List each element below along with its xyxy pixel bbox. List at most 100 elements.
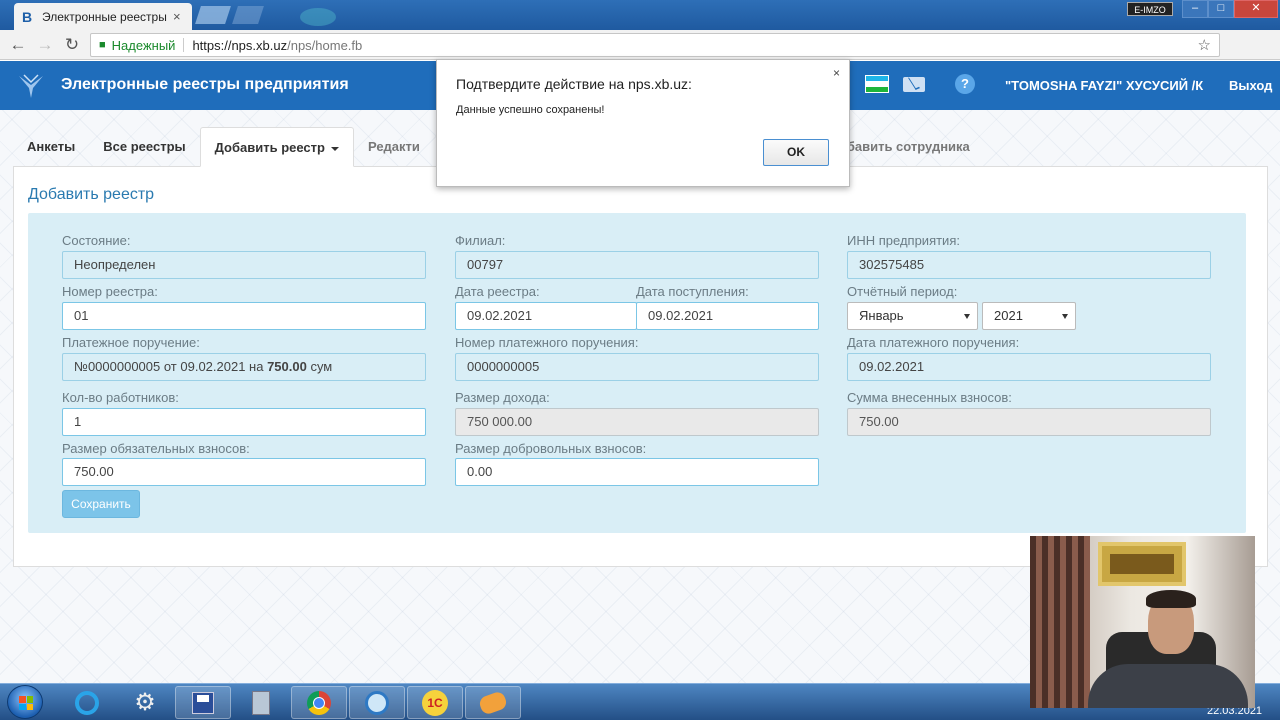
tab-edit[interactable]: Редакти — [354, 127, 434, 167]
payment-order-prefix: №0000000005 от 09.02.2021 на — [74, 359, 268, 374]
tab-all-registers[interactable]: Все реестры — [89, 127, 199, 167]
browser-new-tab[interactable] — [232, 6, 264, 24]
reg-number-label: Номер реестра: — [62, 284, 158, 299]
reload-icon[interactable]: ↻ — [62, 35, 82, 55]
url-host: https://nps.xb.uz — [192, 37, 288, 53]
register-form: Состояние: Неопределен Филиал: 00797 ИНН… — [28, 213, 1246, 533]
onec-icon: 1С — [422, 689, 448, 716]
taskbar-save-app[interactable] — [175, 686, 231, 719]
dialog-close-icon[interactable]: × — [833, 66, 840, 80]
bookmark-star-icon[interactable]: ☆ — [1198, 36, 1211, 54]
receipt-date-label: Дата поступления: — [636, 284, 749, 299]
background-blur — [300, 8, 336, 26]
workers-input[interactable]: 1 — [62, 408, 426, 436]
receipt-date-input[interactable]: 09.02.2021 — [636, 302, 819, 330]
browser-tab-title: Электронные реестры п — [42, 9, 167, 24]
tab-add-employee[interactable]: обавить сотрудника — [839, 127, 984, 167]
main-panel: Добавить реестр Состояние: Неопределен Ф… — [13, 167, 1268, 567]
taskbar-1c[interactable]: 1С — [407, 686, 463, 719]
tab-add-register[interactable]: Добавить реестр — [199, 127, 354, 167]
url-input[interactable]: ■ Надежный https://nps.xb.uz /nps/home.f… — [90, 33, 1220, 57]
windows-logo-icon — [19, 696, 33, 710]
voluntary-label: Размер добровольных взносов: — [455, 441, 647, 456]
payment-order-label: Платежное поручение: — [62, 335, 200, 350]
company-name[interactable]: "TOMOSHA FAYZI" ХУСУСИЙ /К — [1005, 78, 1203, 93]
help-icon[interactable]: ? — [955, 74, 975, 94]
floppy-icon — [192, 691, 214, 714]
internet-explorer-icon — [75, 690, 99, 715]
eimzo-badge[interactable]: E-IMZO — [1127, 2, 1173, 16]
reg-date-label: Дата реестра: — [455, 284, 540, 299]
minimize-button[interactable]: – — [1182, 0, 1208, 18]
confirm-dialog: Подтвердите действие на nps.xb.uz: × Дан… — [436, 59, 850, 187]
voluntary-input[interactable]: 0.00 — [455, 458, 819, 486]
payment-number-label: Номер платежного поручения: — [455, 335, 639, 350]
state-field: Неопределен — [62, 251, 426, 279]
lock-icon: ■ — [99, 39, 106, 51]
taskbar-ie[interactable] — [59, 686, 115, 719]
site-favicon-icon: B — [22, 8, 33, 25]
logout-link[interactable]: Выход — [1229, 78, 1272, 93]
select-arrow-icon — [964, 314, 970, 319]
period-label: Отчётный период: — [847, 284, 958, 299]
window-close-button[interactable]: ✕ — [1234, 0, 1278, 18]
branch-field: 00797 — [455, 251, 819, 279]
paid-sum-field: 750.00 — [847, 408, 1211, 436]
uzbekistan-flag-icon[interactable] — [865, 75, 889, 93]
gear-icon: ⚙ — [134, 689, 156, 716]
secure-label: Надежный — [111, 37, 176, 53]
webcam-person-hair — [1146, 590, 1196, 608]
start-button[interactable] — [7, 685, 43, 719]
taskbar-chrome[interactable] — [291, 686, 347, 719]
dialog-message: Данные успешно сохранены! — [456, 104, 605, 116]
period-month-select[interactable]: Январь — [847, 302, 978, 330]
tab-add-register-label: Добавить реестр — [214, 140, 325, 155]
payment-number-field: 0000000005 — [455, 353, 819, 381]
workers-label: Кол-во работников: — [62, 390, 179, 405]
mandatory-label: Размер обязательных взносов: — [62, 441, 250, 456]
tab-close-icon[interactable]: × — [173, 9, 181, 24]
webcam-wall-stripes — [1030, 536, 1090, 708]
dialog-ok-button[interactable]: OK — [763, 139, 829, 166]
reg-date-input[interactable]: 09.02.2021 — [455, 302, 637, 330]
omnibox-separator — [183, 38, 185, 52]
webcam-overlay — [1030, 536, 1255, 708]
period-year-value: 2021 — [994, 308, 1023, 323]
webcam-wall-frame — [1098, 542, 1186, 586]
taskbar-app[interactable] — [465, 686, 521, 719]
tab-ankety[interactable]: Анкеты — [13, 127, 89, 167]
app-title: Электронные реестры предприятия — [61, 76, 349, 93]
chrome-icon — [307, 690, 331, 715]
inn-label: ИНН предприятия: — [847, 233, 960, 248]
income-field: 750 000.00 — [455, 408, 819, 436]
chevron-down-icon — [330, 146, 339, 151]
period-year-select[interactable]: 2021 — [982, 302, 1076, 330]
payment-order-suffix: сум — [306, 359, 333, 374]
taskbar-settings[interactable]: ⚙ — [117, 686, 173, 719]
app-icon — [477, 689, 509, 716]
window-controls: – □ ✕ — [1182, 0, 1278, 18]
app-logo-icon — [19, 74, 43, 98]
inn-field: 302575485 — [847, 251, 1211, 279]
paid-sum-label: Сумма внесенных взносов: — [847, 390, 1012, 405]
reg-number-input[interactable]: 01 — [62, 302, 426, 330]
dialog-title: Подтвердите действие на nps.xb.uz: — [456, 76, 692, 92]
maximize-button[interactable]: □ — [1208, 0, 1234, 18]
address-bar: ← → ↻ ■ Надежный https://nps.xb.uz /nps/… — [0, 30, 1280, 84]
payment-order-amount: 750.00 — [267, 359, 307, 374]
taskbar-search-app[interactable] — [349, 686, 405, 719]
taskbar-calculator[interactable] — [233, 686, 289, 719]
income-label: Размер дохода: — [455, 390, 550, 405]
forward-arrow-icon[interactable]: → — [35, 35, 55, 55]
page-title: Добавить реестр — [28, 186, 155, 203]
state-label: Состояние: — [62, 233, 131, 248]
webcam-person-body — [1088, 664, 1248, 708]
save-button[interactable]: Сохранить — [62, 490, 140, 518]
mandatory-input[interactable]: 750.00 — [62, 458, 426, 486]
payment-order-field: №0000000005 от 09.02.2021 на 750.00 сум — [62, 353, 426, 381]
mail-icon[interactable] — [903, 77, 925, 92]
back-arrow-icon[interactable]: ← — [8, 35, 28, 55]
select-arrow-icon — [1062, 314, 1068, 319]
browser-tab[interactable]: B Электронные реестры п × — [14, 3, 192, 30]
browser-tab-inactive[interactable] — [195, 6, 231, 24]
